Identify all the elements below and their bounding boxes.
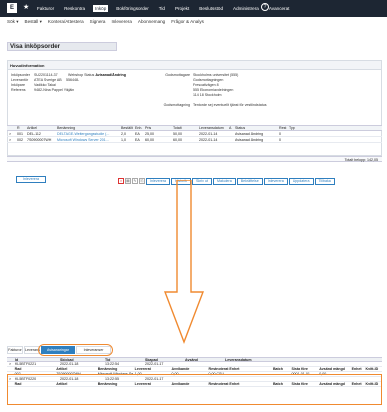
edit-icon[interactable]: ✎ [132,178,138,184]
makulera-button[interactable]: Makulera [212,177,236,185]
col-rest: Rest [279,126,287,130]
nav-bokforingsorder[interactable]: Bokföringsorder [114,5,150,12]
nav-reskontra[interactable]: Reskontra [62,5,87,12]
main-nav: Fakturor Reskontra Inköp Bokföringsorder… [35,5,291,12]
meta-status-label: Status [84,73,95,77]
bekraftelse-button[interactable]: Bekräftelse [236,177,263,185]
col-status: Status [235,126,246,130]
expand-chevron-icon[interactable]: > [7,138,15,142]
nav-beslutsstod[interactable]: Beslutsstöd [197,5,225,12]
delivery-grid: Id Skickad Tid Skapad Avsänd Leveransdat… [7,357,382,412]
help-icon[interactable]: ? [261,3,269,11]
nav-inkop[interactable]: Inköp [93,5,109,12]
inleverera-secondary-button[interactable]: Inleverera [263,177,288,185]
right-values: Stockholms universitet (555) Godsmottagn… [193,73,313,108]
delivery-section: Fakturor Leverans Avisanaringar Inlevera… [7,344,382,412]
page-title: Visa inköpsorder [7,42,117,51]
nav-administrera[interactable]: Administrera [231,5,261,12]
row-description-link[interactable]: DELTAGE-Weitergangsstudie (... [55,132,119,136]
sub-nav-signera[interactable]: Signera [90,19,106,25]
nav-projekt[interactable]: Projekt [173,5,191,12]
sub-nav-sok[interactable]: Sök ▾ [7,19,19,25]
col-typ: Typ [289,126,295,130]
col-pris: Pris [145,126,152,130]
print-icon[interactable]: ▤ [125,178,131,184]
card-header: Huvudinformation [8,61,381,70]
tab-leverans[interactable]: Leverans [24,346,40,354]
attach-icon[interactable]: ⎘ [139,178,145,184]
tab-avisanaringar[interactable]: Avisanaringar [41,346,75,354]
col-artikel: Artikel [27,126,37,130]
label-godsmottagning: Godsmottagning [163,103,190,107]
action-toolbar: × ▤ ✎ ⎘ Inleverera Historik Skriv ut Mak… [118,177,382,185]
nav-fakturor[interactable]: Fakturor [35,5,56,12]
sub-nav-inleverera[interactable]: Inleverera [111,19,131,25]
right-labels: Godsmottagare Godsmottagning [155,73,190,108]
meta-webshop: Webshop [68,73,84,77]
col-leveransdatum: Leveransdatum [199,126,224,130]
tab-fakturor[interactable]: Fakturor [7,346,23,354]
uppdatera-button[interactable]: Uppdatera [288,177,314,185]
meta-values: Webshop Status Avisanad/Ändring 556448- [66,73,128,83]
meta-status-value: Avisanad/Ändring [95,73,126,77]
total-bar: Totalt belopp: 142,05 [7,156,382,162]
col-enh: Enh. [135,126,143,130]
nav-tid[interactable]: Tid [157,5,167,12]
inleverera-small-button[interactable]: Inleverera [16,176,46,183]
total-amount: Totalt belopp: 142,05 [344,158,378,162]
annotation-arrow-icon [163,180,205,344]
supplier-id: 556448- [66,78,80,82]
nav-avancerat[interactable]: Avancerat [267,5,292,12]
favorites-star-icon[interactable]: ★ [23,3,29,11]
tab-inleveranser[interactable]: Inleveranser [76,346,111,354]
delete-icon[interactable]: × [118,178,124,184]
row-description-link[interactable]: Microsoft Windows Server 201... [55,138,119,142]
order-lines-table: R Artikel Benämning Beställt Enh. Pris T… [7,125,382,156]
col-benamning: Benämning [57,126,76,130]
value-referens: 9482-Nina Pappel Yikjäin [34,88,75,92]
table-row[interactable]: > 002 7S0900007WH Microsoft Windows Serv… [7,137,382,143]
tillbaka-button[interactable]: Tillbaka [314,177,335,185]
sub-nav-kontera-attestera[interactable]: Kontera/Attestera [48,19,84,25]
app-logo[interactable]: E [7,3,17,13]
col-r: R [17,126,20,130]
sub-nav-fragor-analys[interactable]: Frågor & Analys [171,19,204,25]
value-godsmottagning-note: Tentorde sej eventuellt tjänst för vestl… [193,103,267,107]
col-bestallt: Beställt [121,126,133,130]
grid-highlight-outline [7,374,382,405]
col-totalt: Totalt [173,126,182,130]
expand-chevron-icon[interactable]: > [7,132,15,136]
sub-nav-bestall[interactable]: Beställ ▾ [25,19,42,25]
sub-navigation-bar: Sök ▾ Beställ ▾ Kontera/Attestera Signer… [0,17,387,27]
sub-nav-abonnemang[interactable]: Abonnemang [138,19,165,25]
top-navigation-bar: E ★ Fakturor Reskontra Inköp Bokföringso… [0,0,387,17]
bottom-tabs: Fakturor Leverans Avisanaringar Inlevera… [7,344,167,356]
